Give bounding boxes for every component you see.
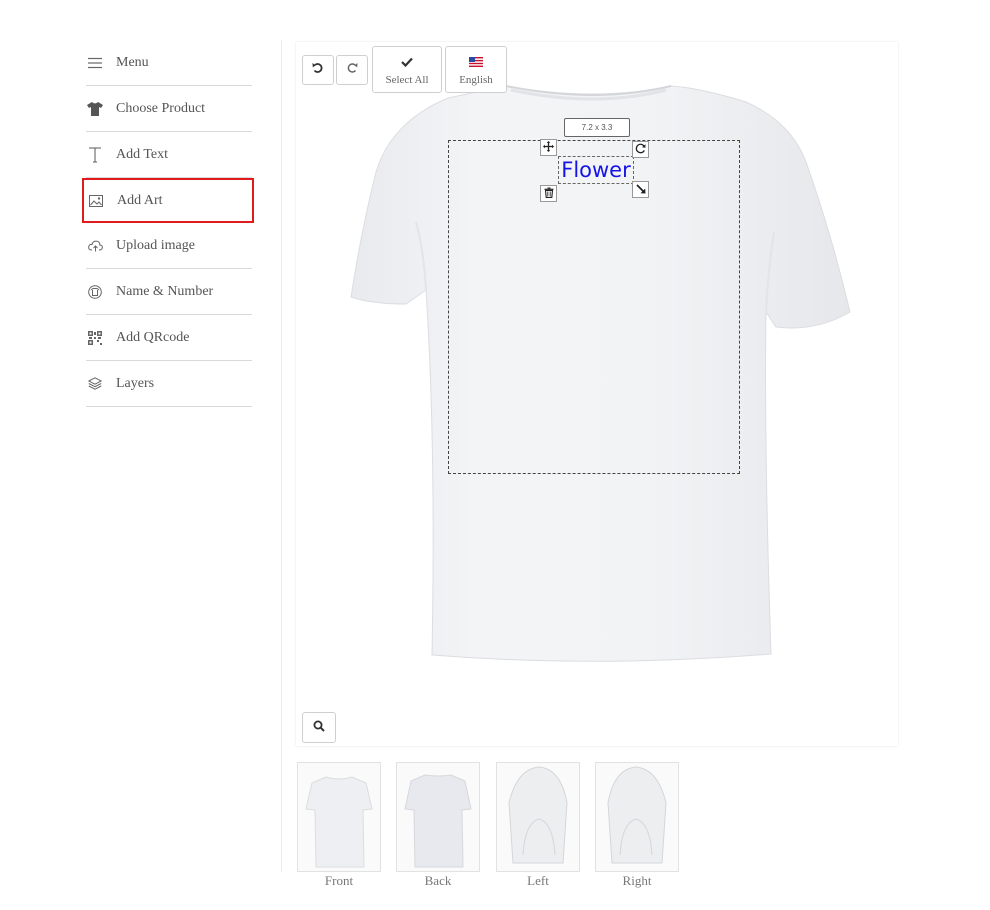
printable-area <box>448 140 740 474</box>
sidebar-item-menu[interactable]: Menu <box>86 40 252 86</box>
front-view-image <box>305 776 373 868</box>
back-view-image <box>404 774 472 868</box>
rotate-icon <box>635 141 646 159</box>
move-handle[interactable] <box>540 139 557 156</box>
sidebar-item-choose-product[interactable]: Choose Product <box>86 86 252 132</box>
sidebar-item-add-text[interactable]: Add Text <box>86 132 252 178</box>
sidebar-item-label: Upload image <box>116 237 195 253</box>
redo-button[interactable] <box>336 55 368 85</box>
sidebar-item-label: Name & Number <box>116 283 214 299</box>
panel-divider <box>281 40 282 872</box>
checkmark-icon <box>401 54 413 72</box>
rotate-handle[interactable] <box>632 141 649 158</box>
view-thumb-back[interactable] <box>396 762 480 872</box>
cloud-upload-icon <box>87 238 103 254</box>
sidebar-item-upload-image[interactable]: Upload image <box>86 223 252 269</box>
resize-handle[interactable] <box>632 181 649 198</box>
select-all-label: Select All <box>385 73 429 86</box>
design-text-object[interactable]: Flower <box>558 156 634 184</box>
text-icon <box>87 146 103 163</box>
design-canvas[interactable]: Select All English 7.2 x 3.3 Flower <box>296 42 898 746</box>
qrcode-icon <box>87 330 103 346</box>
sidebar-item-label: Layers <box>116 375 155 391</box>
undo-icon <box>312 61 324 79</box>
language-label: English <box>459 73 493 86</box>
sidebar-item-label: Add Art <box>117 192 163 208</box>
sidebar-item-label: Menu <box>116 54 149 70</box>
zoom-button[interactable] <box>302 712 336 743</box>
sidebar-item-add-art[interactable]: Add Art <box>82 178 254 223</box>
sidebar-menu: Menu Choose Product Add Text Add Art Upl… <box>82 40 254 407</box>
language-button[interactable]: English <box>445 46 507 93</box>
view-label-left: Left <box>527 873 549 888</box>
undo-button[interactable] <box>302 55 334 85</box>
trash-icon <box>544 185 554 203</box>
image-icon <box>88 193 104 209</box>
view-thumb-front[interactable] <box>297 762 381 872</box>
view-label-right: Right <box>622 873 652 888</box>
view-thumb-left[interactable] <box>496 762 580 872</box>
view-label-back: Back <box>424 873 452 888</box>
sidebar-item-add-qrcode[interactable]: Add QRcode <box>86 315 252 361</box>
search-icon <box>313 719 325 737</box>
select-all-button[interactable]: Select All <box>372 46 442 93</box>
hamburger-icon <box>87 55 103 71</box>
left-view-image <box>508 766 568 864</box>
layers-icon <box>87 376 103 392</box>
view-label-front: Front <box>324 873 354 888</box>
sidebar-item-label: Choose Product <box>116 100 206 116</box>
sidebar-item-name-number[interactable]: Name & Number <box>86 269 252 315</box>
redo-icon <box>346 61 358 79</box>
jersey-icon <box>87 284 103 300</box>
view-thumb-right[interactable] <box>595 762 679 872</box>
right-view-image <box>607 766 667 864</box>
size-indicator: 7.2 x 3.3 <box>564 118 630 137</box>
sidebar-item-layers[interactable]: Layers <box>86 361 252 407</box>
move-icon <box>543 139 554 157</box>
sidebar-item-label: Add Text <box>116 146 169 162</box>
delete-handle[interactable] <box>540 185 557 202</box>
us-flag-icon <box>469 54 483 72</box>
resize-icon <box>635 181 646 199</box>
sidebar-item-label: Add QRcode <box>116 329 190 345</box>
tshirt-icon <box>87 101 103 117</box>
